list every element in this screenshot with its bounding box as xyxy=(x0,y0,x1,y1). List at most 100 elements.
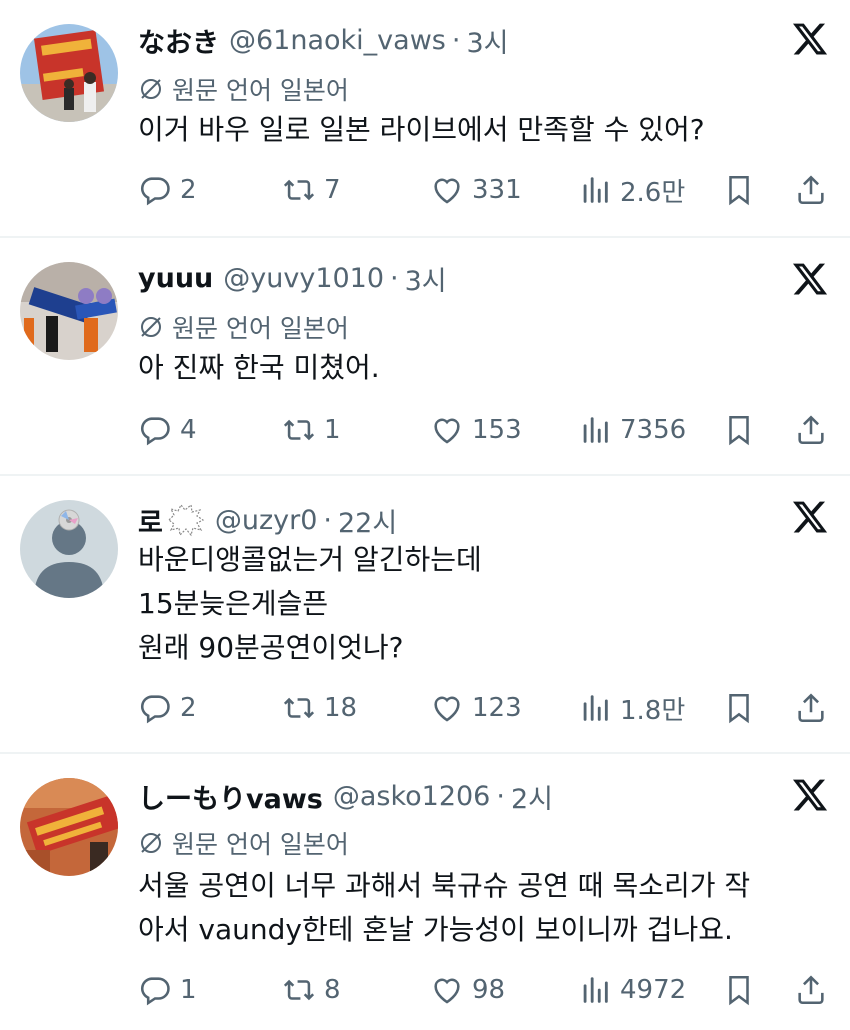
share-icon xyxy=(794,413,828,447)
avatar[interactable] xyxy=(20,778,118,876)
views-button[interactable]: 1.8만 xyxy=(578,688,685,728)
views-icon xyxy=(578,691,612,725)
reply-icon xyxy=(138,691,172,725)
heart-icon xyxy=(430,173,464,207)
display-name[interactable]: しーもりvaws xyxy=(138,777,323,816)
avatar[interactable] xyxy=(20,24,118,122)
action-bar: 2 18 123 1.8만 xyxy=(0,688,850,728)
bookmark-button[interactable] xyxy=(722,688,756,728)
repost-button[interactable]: 8 xyxy=(282,970,341,1010)
share-button[interactable] xyxy=(794,410,828,450)
share-icon xyxy=(794,973,828,1007)
reply-count: 1 xyxy=(180,975,197,1005)
views-button[interactable]: 7356 xyxy=(578,410,686,450)
reply-button[interactable]: 2 xyxy=(138,688,197,728)
tweet-post-1[interactable]: なおき @61naoki_vaws · 3시 원문 언어 일본어 이거 바우 일… xyxy=(0,0,850,236)
bookmark-icon xyxy=(722,173,756,207)
reply-button[interactable]: 4 xyxy=(138,410,197,450)
tweet-text-line: 서울 공연이 너무 과해서 북규슈 공연 때 목소리가 작 xyxy=(138,869,751,902)
timeline-feed: なおき @61naoki_vaws · 3시 원문 언어 일본어 이거 바우 일… xyxy=(0,0,850,1030)
reply-count: 2 xyxy=(180,175,197,205)
bookmark-button[interactable] xyxy=(722,410,756,450)
repost-count: 1 xyxy=(324,415,341,445)
x-logo-icon xyxy=(790,776,830,814)
like-count: 331 xyxy=(472,175,522,205)
tweet-text-line: 아 진짜 한국 미쳤어. xyxy=(138,351,380,384)
translation-note-text: 원문 언어 일본어 xyxy=(172,76,349,105)
bookmark-icon xyxy=(722,973,756,1007)
like-button[interactable]: 153 xyxy=(430,410,522,450)
translation-note[interactable]: 원문 언어 일본어 xyxy=(138,826,349,860)
share-button[interactable] xyxy=(794,688,828,728)
bookmark-button[interactable] xyxy=(722,970,756,1010)
x-logo-icon xyxy=(790,260,830,298)
reply-icon xyxy=(138,413,172,447)
user-handle[interactable]: @asko1206 xyxy=(333,781,491,812)
display-name[interactable]: 로 xyxy=(138,501,163,540)
user-handle[interactable]: @61naoki_vaws xyxy=(229,25,446,56)
tweet-text-line: 이거 바우 일로 일본 라이브에서 만족할 수 있어? xyxy=(138,113,705,146)
like-button[interactable]: 331 xyxy=(430,170,522,210)
like-count: 153 xyxy=(472,415,522,445)
like-button[interactable]: 98 xyxy=(430,970,505,1010)
views-icon xyxy=(578,413,612,447)
separator-dot: · xyxy=(390,262,399,294)
separator-dot: · xyxy=(323,504,332,536)
repost-icon xyxy=(282,413,316,447)
post-time[interactable]: 3시 xyxy=(405,259,447,298)
tweet-post-2[interactable]: yuuu @yuvy1010 · 3시 원문 언어 일본어 아 진짜 한국 미쳤… xyxy=(0,238,850,474)
tweet-post-4[interactable]: しーもりvaws @asko1206 · 2시 원문 언어 일본어 서울 공연이… xyxy=(0,754,850,1030)
share-button[interactable] xyxy=(794,170,828,210)
translation-note-text: 원문 언어 일본어 xyxy=(172,314,349,343)
heart-icon xyxy=(430,973,464,1007)
reply-button[interactable]: 2 xyxy=(138,170,197,210)
views-button[interactable]: 2.6만 xyxy=(578,170,685,210)
like-button[interactable]: 123 xyxy=(430,688,522,728)
tweet-text: 서울 공연이 너무 과해서 북규슈 공연 때 목소리가 작 아서 vaundy한… xyxy=(138,864,828,952)
globe-slash-icon xyxy=(138,830,164,856)
tweet-text: 바운디앵콜없는거 알긴하는데 15분늦은게슬픈 원래 90분공연이엇나? xyxy=(138,538,828,670)
views-icon xyxy=(578,973,612,1007)
repost-count: 18 xyxy=(324,693,358,723)
display-name[interactable]: なおき xyxy=(138,21,219,60)
view-count: 4972 xyxy=(620,975,687,1005)
reply-count: 2 xyxy=(180,693,197,723)
avatar[interactable] xyxy=(20,500,118,598)
bookmark-icon xyxy=(722,691,756,725)
view-count: 7356 xyxy=(620,415,687,445)
repost-icon xyxy=(282,173,316,207)
translation-note[interactable]: 원문 언어 일본어 xyxy=(138,310,349,344)
post-time[interactable]: 22시 xyxy=(338,501,397,540)
views-button[interactable]: 4972 xyxy=(578,970,686,1010)
tweet-header: yuuu @yuvy1010 · 3시 xyxy=(138,258,447,298)
tweet-text: 이거 바우 일로 일본 라이브에서 만족할 수 있어? xyxy=(138,108,828,152)
heart-icon xyxy=(430,691,464,725)
user-handle[interactable]: @yuvy1010 xyxy=(223,263,384,294)
x-logo-icon xyxy=(790,20,830,58)
action-bar: 4 1 153 7356 xyxy=(0,410,850,450)
share-button[interactable] xyxy=(794,970,828,1010)
post-time[interactable]: 2시 xyxy=(511,777,553,816)
repost-count: 7 xyxy=(324,175,341,205)
tweet-post-3[interactable]: 로 @uzyr0 · 22시 바운디앵콜없는거 알긴하는데 15분늦은게슬픈 원… xyxy=(0,476,850,752)
bookmark-button[interactable] xyxy=(722,170,756,210)
translation-note-text: 원문 언어 일본어 xyxy=(172,830,349,859)
repost-button[interactable]: 18 xyxy=(282,688,357,728)
x-logo-icon xyxy=(790,498,830,536)
tweet-header: 로 @uzyr0 · 22시 xyxy=(138,500,397,540)
reply-icon xyxy=(138,973,172,1007)
reply-button[interactable]: 1 xyxy=(138,970,197,1010)
avatar[interactable] xyxy=(20,262,118,360)
translation-note[interactable]: 원문 언어 일본어 xyxy=(138,72,349,106)
action-bar: 2 7 331 2.6만 xyxy=(0,170,850,210)
repost-count: 8 xyxy=(324,975,341,1005)
tweet-header: なおき @61naoki_vaws · 3시 xyxy=(138,20,508,60)
post-time[interactable]: 3시 xyxy=(466,21,508,60)
repost-button[interactable]: 7 xyxy=(282,170,341,210)
view-count: 2.6만 xyxy=(620,177,686,208)
user-handle[interactable]: @uzyr0 xyxy=(215,505,318,536)
views-icon xyxy=(578,173,612,207)
tweet-text-line: 원래 90분공연이엇나? xyxy=(138,631,404,664)
repost-button[interactable]: 1 xyxy=(282,410,341,450)
display-name[interactable]: yuuu xyxy=(138,263,213,294)
